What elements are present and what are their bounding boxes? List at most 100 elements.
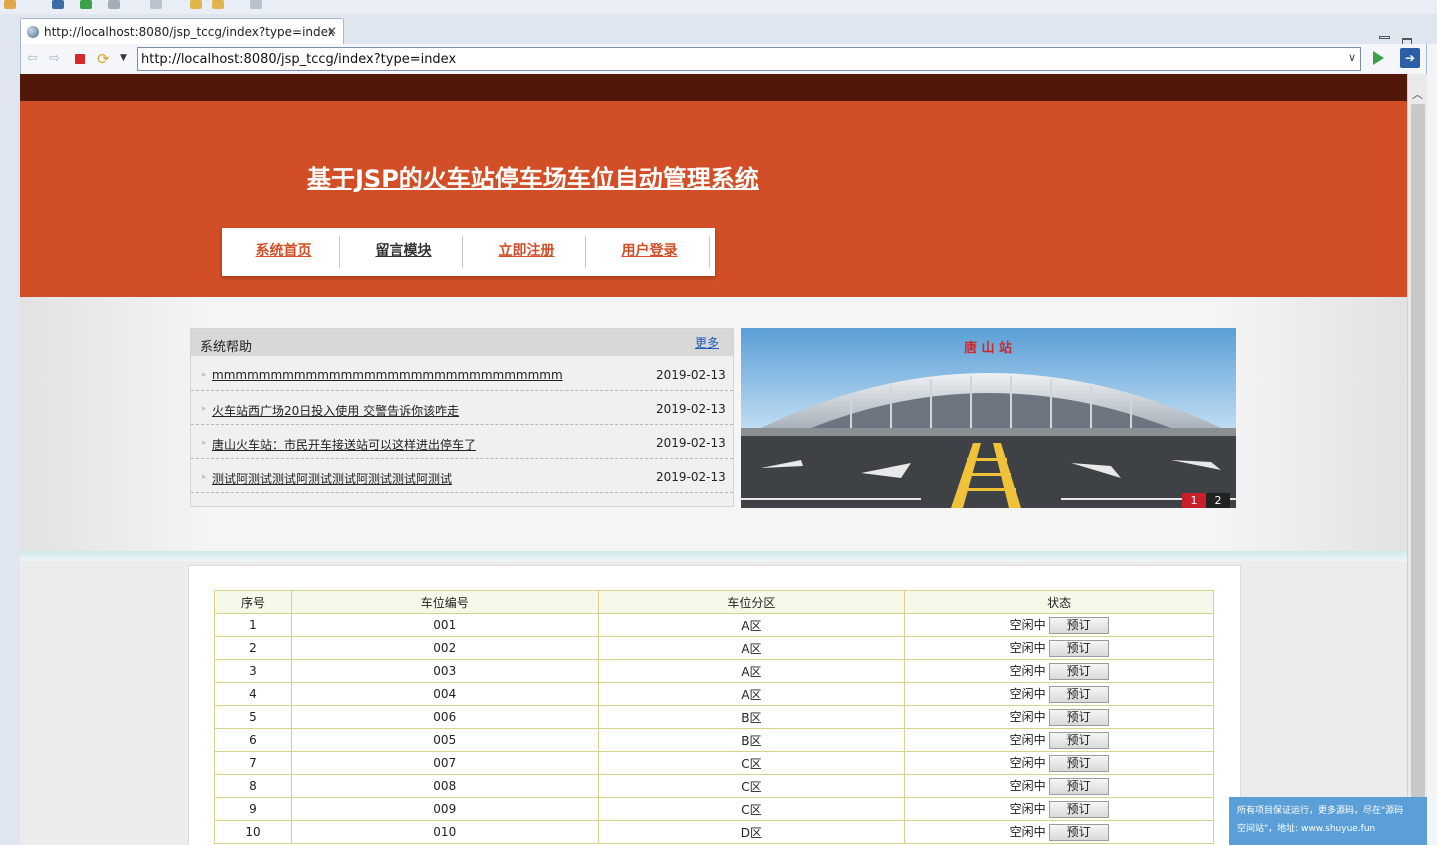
spot-code: 006 — [290, 705, 599, 729]
book-button[interactable]: 预订 — [1048, 663, 1109, 680]
table-row: 6 005 B区 空闲中 预订 — [214, 728, 1214, 752]
status-text: 空闲中 — [1009, 664, 1046, 678]
menu-item-label: 系统首页 — [255, 243, 312, 259]
section-divider — [20, 551, 1407, 561]
menu-divider — [339, 236, 340, 268]
menu-item-home[interactable]: 系统首页 — [222, 228, 345, 276]
row-number: 6 — [214, 728, 292, 752]
spot-zone: A区 — [597, 659, 906, 683]
row-number: 10 — [214, 820, 292, 844]
book-button[interactable]: 预订 — [1048, 686, 1109, 703]
menu-item-messages[interactable]: 留言模块 — [342, 228, 465, 276]
vertical-scrollbar[interactable]: ︿ — [1407, 74, 1427, 845]
help-item-date: 2019-02-13 — [656, 436, 726, 450]
next-icon[interactable] — [250, 0, 262, 9]
minimize-icon[interactable] — [1379, 36, 1390, 39]
help-item-date: 2019-02-13 — [656, 402, 726, 416]
column-header: 车位编号 — [290, 590, 599, 614]
book-button[interactable]: 预订 — [1048, 801, 1109, 818]
help-item-link[interactable]: 唐山火车站：市民开车接送站可以这样进出停车了 — [212, 436, 476, 453]
console-icon[interactable] — [108, 0, 120, 9]
row-number: 2 — [214, 636, 292, 660]
forward-arrow-icon[interactable]: ⇨ — [49, 52, 60, 65]
help-item-link[interactable]: 测试阿测试测试阿测试测试阿测试测试阿测试 — [212, 470, 452, 487]
scrollbar-thumb[interactable] — [1411, 104, 1425, 824]
menu-divider — [585, 236, 586, 268]
book-button[interactable]: 预订 — [1048, 824, 1109, 841]
column-header: 序号 — [214, 590, 292, 614]
status-text: 空闲中 — [1009, 641, 1046, 655]
parking-table-body: 1 001 A区 空闲中 预订 2 002 A区 空闲中 预订 3 003 A区 空闲中 预订 4 004 A区空… — [214, 613, 1214, 844]
globe-icon[interactable] — [52, 0, 64, 9]
news-section: 系统帮助 更多 » mmmmmmmmmmmmmmmmmmmmmmmmmmmmmm… — [20, 297, 1407, 551]
back-arrow-icon[interactable]: ⇦ — [27, 52, 38, 65]
station-slideshow[interactable]: 唐 山 站 12 — [741, 328, 1236, 508]
table-row: 4 004 A区 空闲中 预订 — [214, 682, 1214, 706]
slide-page-1[interactable]: 1 — [1182, 493, 1206, 508]
pin-icon[interactable] — [150, 0, 162, 9]
spot-zone: C区 — [597, 797, 906, 821]
menu-divider — [709, 236, 710, 268]
source-ad-banner[interactable]: 所有项目保证运行，更多源码，尽在"源码 空间站"，地址: www.shuyue.… — [1229, 797, 1427, 845]
bullet-icon: » — [201, 404, 206, 413]
site-title[interactable]: 基于JSP的火车站停车场车位自动管理系统 — [307, 159, 759, 194]
bullet-icon: » — [201, 472, 206, 481]
side-strip — [1427, 44, 1437, 845]
row-number: 4 — [214, 682, 292, 706]
spot-zone: A区 — [597, 613, 906, 637]
menu-item-register[interactable]: 立即注册 — [465, 228, 588, 276]
forward-icon[interactable] — [212, 0, 224, 9]
slide-page-2[interactable]: 2 — [1206, 493, 1230, 508]
column-header: 状态 — [904, 590, 1214, 614]
spot-status-cell: 空闲中 预订 — [904, 751, 1214, 775]
book-button[interactable]: 预订 — [1048, 778, 1109, 795]
refresh-icon[interactable]: ⟳ — [97, 50, 110, 68]
row-number: 5 — [214, 705, 292, 729]
row-number: 7 — [214, 751, 292, 775]
chevron-up-icon[interactable]: ︿ — [1412, 86, 1423, 102]
station-sign: 唐 山 站 — [964, 340, 1012, 356]
help-item-link[interactable]: mmmmmmmmmmmmmmmmmmmmmmmmmmmmmm — [212, 368, 563, 382]
history-dropdown-icon[interactable]: ▼ — [120, 53, 127, 63]
column-header: 车位分区 — [597, 590, 906, 614]
book-button[interactable]: 预订 — [1048, 755, 1109, 772]
external-browser-icon[interactable]: ➔ — [1400, 48, 1420, 68]
spot-code: 001 — [290, 613, 599, 637]
spot-code: 008 — [290, 774, 599, 798]
parking-section: 序号 车位编号 车位分区 状态 1 001 A区 空闲中 预订 2 002 A区 空闲中 预订 3 0… — [20, 561, 1407, 845]
debug-icon[interactable] — [80, 0, 92, 9]
list-item: » 测试阿测试测试阿测试测试阿测试测试阿测试 2019-02-13 — [191, 459, 733, 493]
table-row: 1 001 A区 空闲中 预订 — [214, 613, 1214, 637]
ide-window: http://localhost:8080/jsp_tccg/index?typ… — [0, 0, 1437, 845]
url-input[interactable]: http://localhost:8080/jsp_tccg/index?typ… — [137, 47, 1361, 71]
stop-icon[interactable] — [75, 54, 85, 64]
book-button[interactable]: 预订 — [1048, 617, 1109, 634]
chevron-down-icon[interactable]: ∨ — [1348, 51, 1356, 64]
spot-status-cell: 空闲中 预订 — [904, 613, 1214, 637]
table-row: 2 002 A区 空闲中 预订 — [214, 636, 1214, 660]
menu-item-login[interactable]: 用户登录 — [588, 228, 711, 276]
help-header: 系统帮助 更多 — [191, 329, 733, 356]
globe-icon — [27, 26, 39, 38]
spot-status-cell: 空闲中 预订 — [904, 728, 1214, 752]
status-text: 空闲中 — [1009, 756, 1046, 770]
close-icon[interactable]: ✕ — [327, 24, 337, 38]
book-button[interactable]: 预订 — [1048, 732, 1109, 749]
back-icon[interactable] — [190, 0, 202, 9]
list-item: » 火车站西广场20日投入使用 交警告诉你该咋走 2019-02-13 — [191, 391, 733, 425]
status-text: 空闲中 — [1009, 802, 1046, 816]
spot-code: 010 — [290, 820, 599, 844]
go-icon[interactable] — [1373, 51, 1384, 65]
parking-table: 序号 车位编号 车位分区 状态 1 001 A区 空闲中 预订 2 002 A区 空闲中 预订 3 0… — [214, 590, 1214, 844]
book-button[interactable]: 预订 — [1048, 640, 1109, 657]
help-item-link[interactable]: 火车站西广场20日投入使用 交警告诉你该咋走 — [212, 402, 459, 419]
station-photo: 唐 山 站 — [741, 328, 1236, 508]
help-title: 系统帮助 — [200, 340, 253, 355]
tab-title: http://localhost:8080/jsp_tccg/index?typ… — [44, 25, 335, 39]
status-text: 空闲中 — [1009, 710, 1046, 724]
status-text: 空闲中 — [1009, 825, 1046, 839]
book-button[interactable]: 预订 — [1048, 709, 1109, 726]
run-icon[interactable] — [4, 0, 16, 9]
browser-tab[interactable]: http://localhost:8080/jsp_tccg/index?typ… — [20, 18, 344, 44]
more-link[interactable]: 更多 — [695, 334, 719, 351]
